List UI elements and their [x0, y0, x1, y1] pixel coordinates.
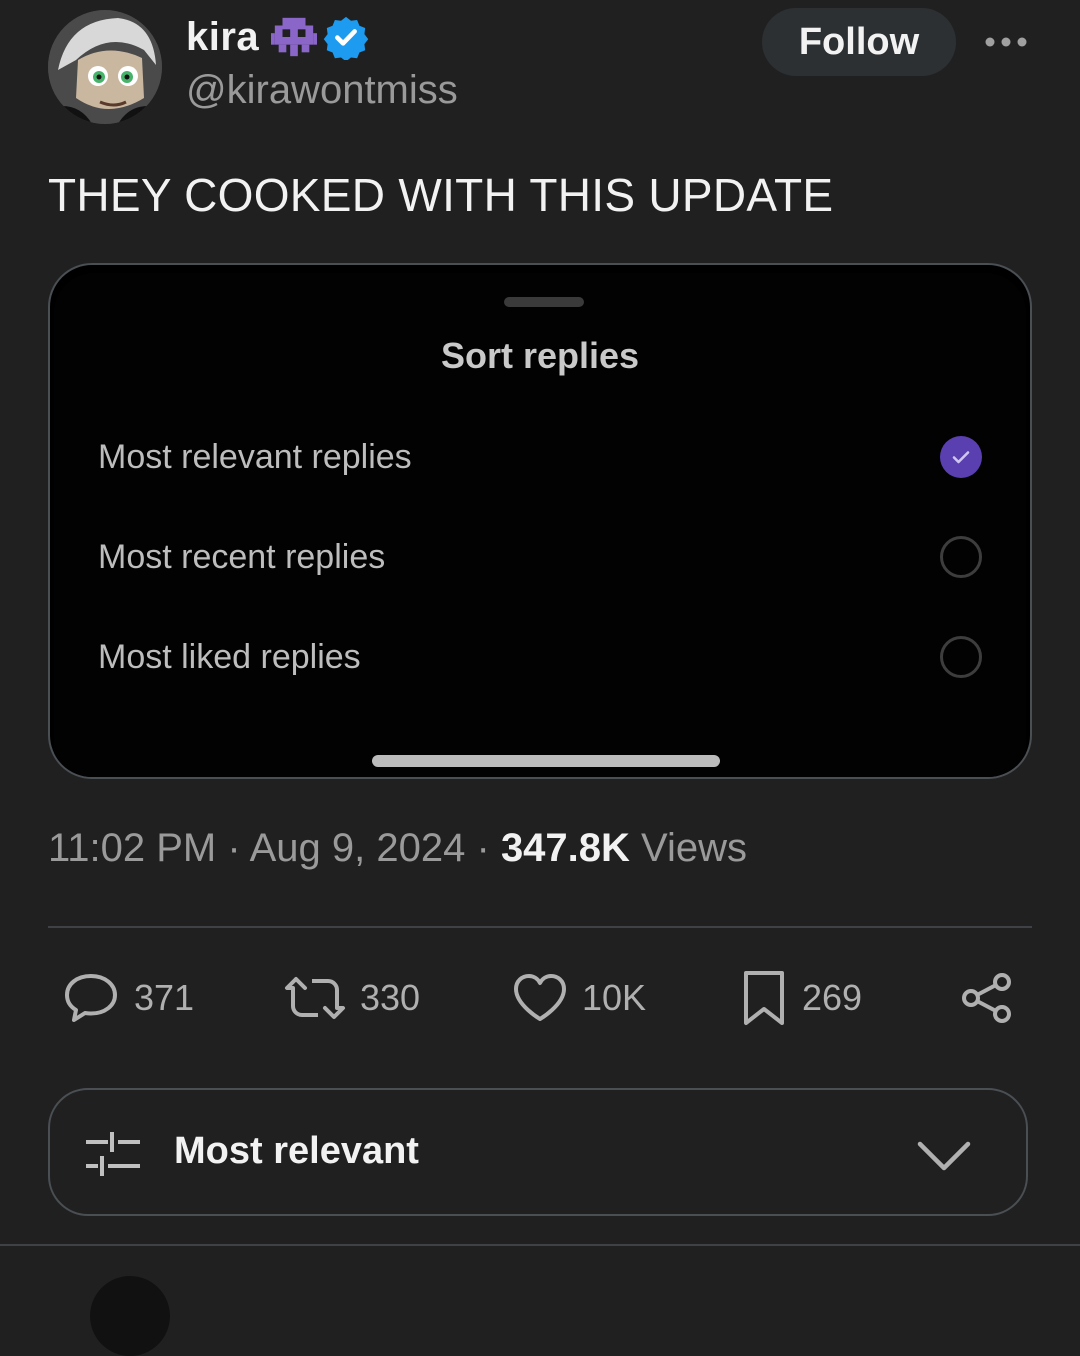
share-button[interactable] [960, 968, 1028, 1028]
display-name[interactable]: kira [186, 15, 259, 60]
more-icon[interactable] [984, 36, 1028, 48]
meta-separator: · [227, 826, 241, 870]
reply-count: 371 [134, 977, 195, 1018]
avatar[interactable] [48, 10, 162, 124]
sort-option-label: Most relevant replies [98, 437, 412, 476]
author-handle[interactable]: @kirawontmiss [186, 68, 458, 113]
verified-badge-icon[interactable] [323, 14, 369, 60]
radio-unchecked [940, 636, 982, 678]
radio-checked [940, 436, 982, 478]
bookmark-icon [744, 971, 784, 1025]
views-count: 347.8K [500, 826, 630, 870]
share-icon [962, 973, 1011, 1023]
home-indicator [372, 755, 720, 767]
meta-separator: · [476, 826, 490, 870]
sort-option-relevant: Most relevant replies [98, 427, 982, 487]
sort-option-label: Most liked replies [98, 637, 361, 676]
tweet-meta: 11:02 PM · Aug 9, 2024 · 347.8K Views [48, 826, 747, 871]
reply-sort-dropdown[interactable]: Most relevant [48, 1088, 1028, 1216]
reply-button[interactable]: 371 [62, 968, 194, 1028]
divider [48, 926, 1032, 928]
sort-sheet: Sort replies Most relevant replies Most … [54, 273, 1026, 777]
sliders-icon [86, 1132, 140, 1176]
tweet-date[interactable]: Aug 9, 2024 [250, 826, 466, 870]
bookmark-button[interactable]: 269 [740, 968, 862, 1028]
follow-button[interactable]: Follow [762, 8, 956, 76]
sort-option-label: Most recent replies [98, 537, 386, 576]
like-icon [514, 974, 566, 1021]
repost-button[interactable]: 330 [284, 968, 420, 1028]
media-card[interactable]: Sort replies Most relevant replies Most … [48, 263, 1032, 779]
alien-monster-icon [271, 17, 318, 57]
reply-icon [65, 974, 117, 1022]
sheet-title: Sort replies [440, 335, 640, 376]
tweet-time[interactable]: 11:02 PM [48, 826, 216, 870]
author-name-row[interactable]: kira [186, 12, 369, 62]
sort-option-recent: Most recent replies [98, 527, 982, 587]
tweet-text: THEY COOKED WITH THIS UPDATE [48, 169, 834, 221]
divider [0, 1244, 1080, 1246]
avatar[interactable] [90, 1276, 170, 1356]
check-icon [952, 451, 970, 464]
drag-handle [504, 297, 584, 307]
repost-icon [285, 977, 345, 1019]
repost-count: 330 [360, 977, 421, 1018]
views-label: Views [641, 826, 748, 870]
chevron-down-icon [917, 1141, 971, 1171]
like-count: 10K [582, 977, 647, 1018]
reply-sort-label: Most relevant [174, 1130, 419, 1172]
like-button[interactable]: 10K [512, 968, 646, 1028]
sort-option-liked: Most liked replies [98, 627, 982, 687]
bookmark-count: 269 [802, 977, 863, 1018]
radio-unchecked [940, 536, 982, 578]
